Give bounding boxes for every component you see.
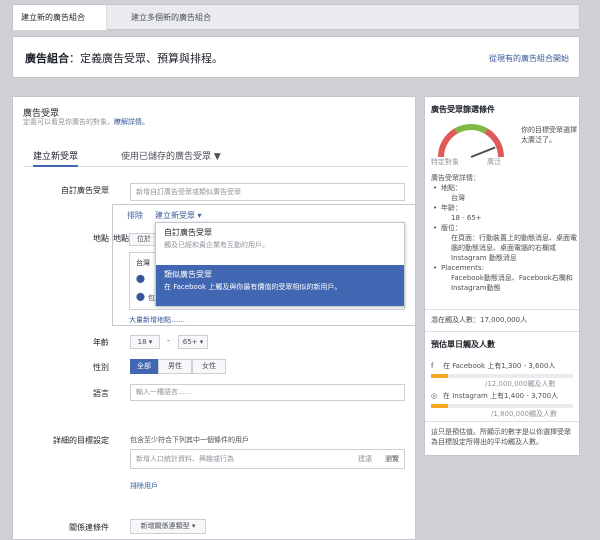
custom-audience-input[interactable]: 新增自訂廣告受眾或類似廣告受眾 bbox=[130, 183, 405, 201]
instagram-reach-bar bbox=[431, 404, 573, 408]
facebook-reach: 在 Facebook 上有1,300 - 3,600人 bbox=[443, 362, 556, 370]
estimate-note: 這只是預估值。所顯示的數字是以你選擇受眾為目標設定所得出的平均觸及人數。 bbox=[431, 428, 571, 446]
gauge-broad-segment bbox=[484, 128, 505, 158]
audience-details-list: 地點： 台灣 年齡： 18 - 65+ 版位： 在頁面：行動裝置上的動態消息、桌… bbox=[433, 183, 577, 293]
language-input[interactable]: 輸入一種語言…… bbox=[130, 384, 405, 401]
potential-reach: 潛在觸及人數：17,000,000人 bbox=[431, 316, 528, 324]
page-title-label: 廣告組合 bbox=[25, 52, 69, 65]
location-label: 地點 bbox=[93, 234, 109, 243]
age-min-value: 18 bbox=[137, 338, 147, 346]
exclude-link[interactable]: 排除 bbox=[127, 211, 143, 220]
detail-item: 版位： bbox=[433, 223, 577, 233]
gauge-defined-segment bbox=[454, 124, 488, 134]
detailed-targeting-input[interactable]: 新增人口統計資料、興趣或行為 建議 瀏覽 bbox=[130, 449, 405, 469]
detailed-targeting-label: 詳細的目標設定 bbox=[53, 436, 109, 445]
instagram-total: /1,800,000觸及人數 bbox=[491, 410, 557, 418]
gauge-broad-label: 廣泛 bbox=[487, 158, 501, 166]
instagram-reach: 在 Instagram 上有1,400 - 3,700人 bbox=[443, 392, 559, 400]
gender-all-button[interactable]: 全部 bbox=[130, 359, 158, 374]
exclude-option[interactable]: 排除 bbox=[127, 210, 143, 221]
custom-audience-label: 自訂廣告受眾 bbox=[61, 186, 109, 195]
audience-definition-card: 廣告受眾篩選條件 特定對象 廣泛 你的目標受眾選擇太廣泛了。 廣告受眾詳情： 地… bbox=[424, 96, 580, 456]
divider bbox=[425, 331, 579, 332]
bulk-add-locations-link[interactable]: 大量新增地點…… bbox=[129, 315, 185, 325]
age-label: 年齡 bbox=[93, 338, 109, 347]
suggestions-link[interactable]: 建議 bbox=[358, 450, 372, 468]
gauge-needle bbox=[470, 146, 496, 158]
audience-subtabs: 建立新受眾 使用已儲存的廣告受眾 ▼ bbox=[23, 145, 408, 167]
language-label: 語言 bbox=[93, 389, 109, 398]
divider bbox=[425, 421, 579, 422]
create-new-audience-link[interactable]: 建立新受眾 bbox=[155, 211, 195, 220]
detail-sub: 18 - 65+ bbox=[451, 214, 482, 222]
divider bbox=[425, 309, 579, 310]
detail-sub: 台灣 bbox=[451, 194, 465, 202]
caret-down-icon: ▾ bbox=[197, 211, 202, 220]
facebook-icon: f bbox=[431, 362, 434, 370]
top-tab-bar: 建立新的廣告組合 建立多個新的廣告組合 bbox=[12, 4, 580, 30]
gauge-specific-label: 特定對象 bbox=[431, 158, 459, 166]
facebook-reach-fill bbox=[431, 374, 449, 378]
age-max-value: 65+ bbox=[182, 338, 198, 346]
tab-create-new-adset[interactable]: 建立新的廣告組合 bbox=[13, 5, 107, 30]
use-existing-adset-link[interactable]: 從現有的廣告組合開始 bbox=[489, 53, 569, 64]
page-title-subtitle: ：定義廣告受眾、預算與排程。 bbox=[69, 52, 223, 65]
dropdown-item-custom-audience[interactable]: 自訂廣告受眾 觸及已經和貴企業有互動的用戶。 bbox=[156, 223, 404, 263]
location-country: 台灣 bbox=[136, 259, 150, 267]
location-pin-icon: ⬤ bbox=[136, 292, 145, 301]
dropdown-item-lookalike-audience[interactable]: 類似廣告受眾 在 Facebook 上觸及與你最有價值的受眾相似的新用戶。 bbox=[156, 265, 404, 306]
caret-down-icon: ▼ bbox=[213, 152, 221, 162]
adset-header: 廣告組合：定義廣告受眾、預算與排程。 從現有的廣告組合開始 bbox=[12, 36, 580, 78]
gender-male-button[interactable]: 男性 bbox=[158, 359, 192, 374]
connections-label: 關係連條件 bbox=[69, 523, 109, 532]
estimated-reach-title: 預估單日觸及人數 bbox=[431, 340, 495, 349]
create-new-audience-menu[interactable]: 建立新受眾 ▾ bbox=[155, 210, 202, 221]
connections-select[interactable]: 新增關係連類型 ▾ bbox=[130, 519, 206, 534]
audience-subtitle-text: 定義可以看見你廣告的對象。 bbox=[23, 118, 114, 126]
gender-label: 性別 bbox=[93, 363, 109, 372]
dropdown-item-desc: 在 Facebook 上觸及與你最有價值的受眾相似的新用戶。 bbox=[164, 283, 342, 291]
instagram-icon: ◎ bbox=[431, 392, 438, 400]
dropdown-item-title: 自訂廣告受眾 bbox=[164, 228, 212, 237]
tab-saved-audience-label: 使用已儲存的廣告受眾 bbox=[121, 152, 212, 162]
audience-subtitle: 定義可以看見你廣告的對象。瞭解詳情。 bbox=[23, 117, 149, 127]
dropdown-item-title: 類似廣告受眾 bbox=[164, 270, 212, 279]
gauge-specific-segment bbox=[437, 128, 458, 158]
audience-details-title: 廣告受眾詳情： bbox=[431, 174, 480, 182]
create-audience-dropdown: 自訂廣告受眾 觸及已經和貴企業有互動的用戶。 類似廣告受眾 在 Facebook… bbox=[155, 222, 405, 306]
instagram-reach-fill bbox=[431, 404, 449, 408]
facebook-reach-bar bbox=[431, 374, 573, 378]
gauge-description: 你的目標受眾選擇太廣泛了。 bbox=[521, 126, 577, 144]
detailed-targeting-desc: 包含至少符合下列其中一個條件的用戶 bbox=[130, 436, 249, 444]
age-max-select[interactable]: 65+ ▾ bbox=[178, 335, 208, 349]
audience-definition-title: 廣告受眾篩選條件 bbox=[431, 105, 495, 114]
gender-female-button[interactable]: 女性 bbox=[192, 359, 226, 374]
age-dash: - bbox=[167, 336, 170, 345]
connections-select-label: 新增關係連類型 bbox=[140, 522, 190, 530]
location-include-text: 包 bbox=[148, 294, 155, 302]
detail-item: Placements: bbox=[433, 263, 577, 273]
exclude-users-link[interactable]: 排除用戶 bbox=[130, 481, 158, 491]
detailed-targeting-placeholder: 新增人口統計資料、興趣或行為 bbox=[136, 455, 234, 463]
tab-create-new-audience[interactable]: 建立新受眾 bbox=[33, 149, 79, 167]
detail-item: 地點： bbox=[433, 183, 577, 193]
age-min-select[interactable]: 18 ▾ bbox=[130, 335, 160, 349]
detail-item: 年齡： bbox=[433, 203, 577, 213]
page-title: 廣告組合：定義廣告受眾、預算與排程。 bbox=[25, 50, 223, 66]
detail-sub: 在頁面：行動裝置上的動態消息、桌面電腦的動態消息、桌面電腦的右欄或 Instag… bbox=[451, 234, 577, 262]
facebook-total: /12,000,000觸及人數 bbox=[485, 380, 556, 388]
tab-create-multiple-adsets[interactable]: 建立多個新的廣告組合 bbox=[123, 5, 219, 30]
browse-link[interactable]: 瀏覽 bbox=[385, 450, 399, 468]
location-pin-icon: ⬤ bbox=[136, 274, 145, 283]
tab-saved-audience[interactable]: 使用已儲存的廣告受眾 ▼ bbox=[121, 149, 221, 162]
audience-gauge bbox=[437, 124, 505, 158]
detail-sub: Facebook動態消息、Facebook右欄和Instagram動態 bbox=[451, 274, 573, 292]
learn-more-link[interactable]: 瞭解詳情。 bbox=[114, 118, 149, 126]
dropdown-item-desc: 觸及已經和貴企業有互動的用戶。 bbox=[164, 241, 269, 249]
